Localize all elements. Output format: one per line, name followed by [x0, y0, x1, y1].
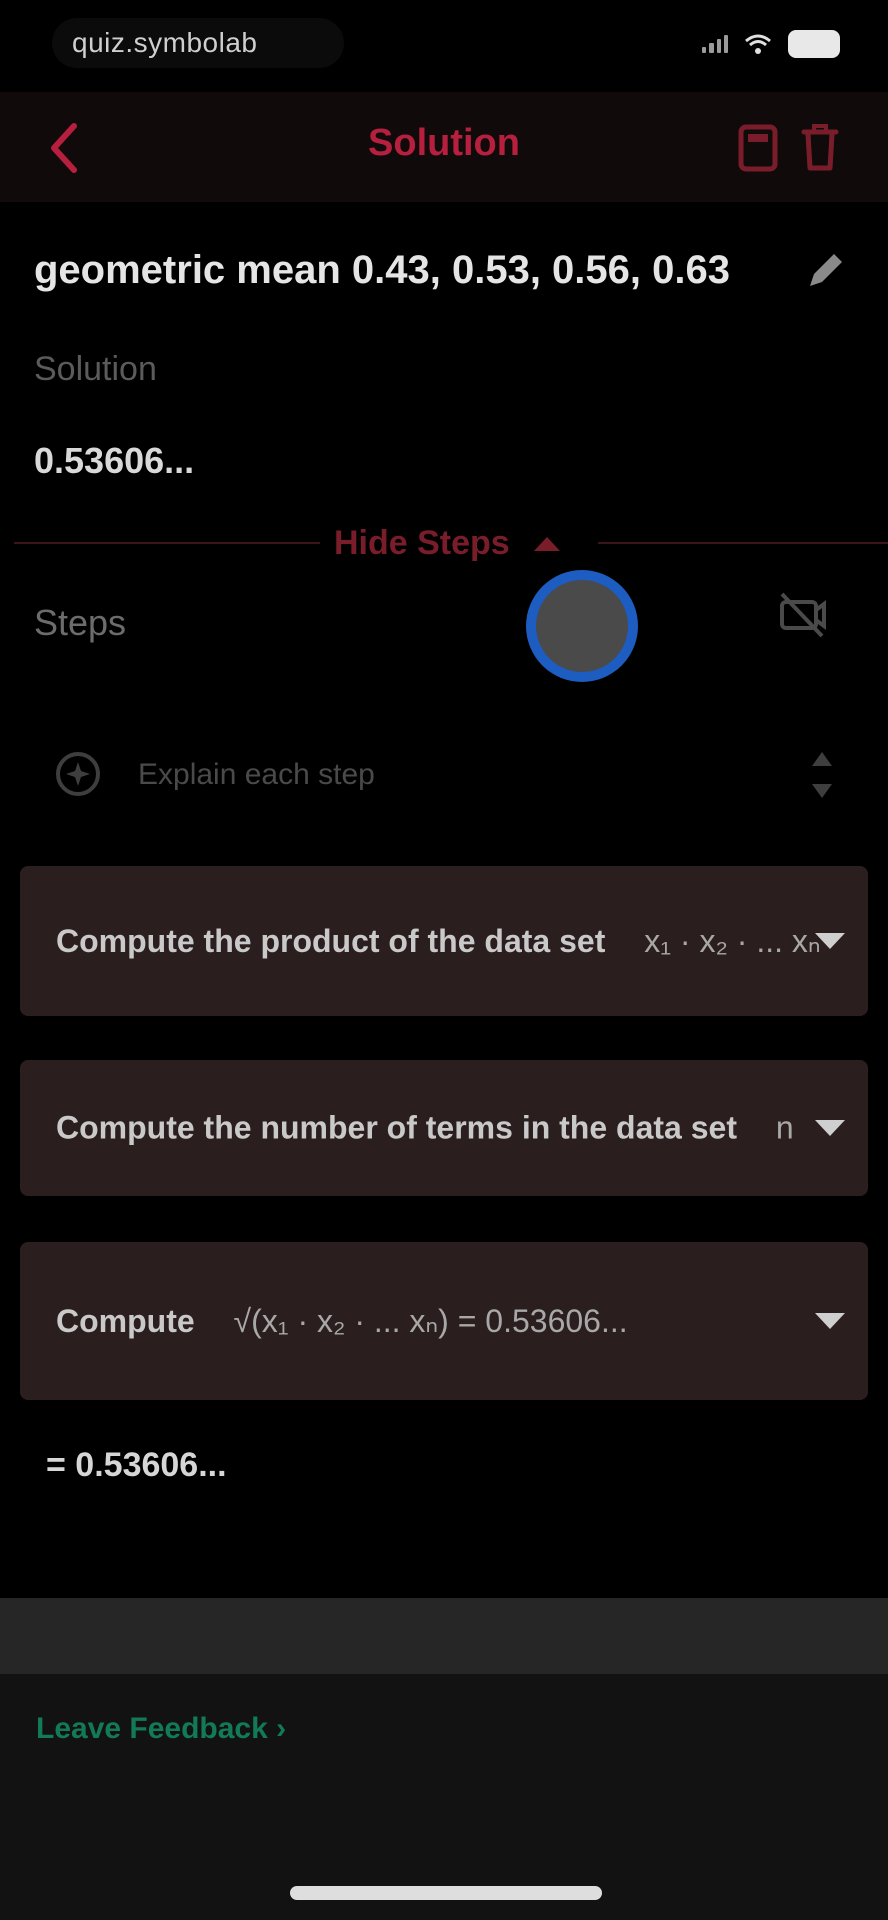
video-off-icon[interactable]: [776, 588, 828, 642]
home-indicator[interactable]: [290, 1886, 602, 1900]
hide-steps-label: Hide Steps: [334, 523, 510, 562]
explain-steps-row[interactable]: Explain each step: [20, 716, 868, 834]
step-1-text: Compute the product of the data set x₁ ·…: [56, 922, 821, 960]
step-2-text: Compute the number of terms in the data …: [56, 1110, 794, 1147]
steps-label: Steps: [34, 602, 127, 643]
feedback-area: Leave Feedback ›: [0, 1674, 888, 1920]
explain-steps-text: Explain each step: [138, 758, 375, 791]
back-arrow-icon[interactable]: [46, 120, 82, 176]
status-url-pill: quiz.symbolab: [52, 18, 344, 68]
step-result: = 0.53606...: [46, 1446, 227, 1484]
steps-divider: Hide Steps: [14, 518, 888, 568]
step-3-math: √(x₁ · x₂ · ... xₙ) = 0.53606...: [233, 1303, 628, 1339]
question-text: geometric mean 0.43, 0.53, 0.56, 0.63: [34, 248, 730, 292]
status-bar: quiz.symbolab: [0, 0, 888, 92]
status-icons: [702, 30, 840, 58]
sparkle-icon: [56, 752, 100, 796]
trash-icon[interactable]: [800, 122, 840, 172]
step-2-math: n: [775, 1109, 794, 1146]
step-3-label: Compute: [56, 1303, 195, 1339]
step-1-label: Compute the product of the data set: [56, 923, 606, 959]
hide-steps-toggle[interactable]: Hide Steps: [334, 522, 562, 564]
section-separator: [0, 1598, 888, 1674]
solution-value: 0.53606...: [34, 440, 195, 481]
chevron-down-icon: [815, 933, 845, 949]
divider-line-left: [14, 542, 320, 544]
step-2-label: Compute the number of terms in the data …: [56, 1109, 737, 1146]
wifi-icon: [745, 34, 771, 54]
leave-feedback-link[interactable]: Leave Feedback ›: [36, 1712, 286, 1746]
step-2[interactable]: Compute the number of terms in the data …: [20, 1060, 868, 1196]
divider-line-right: [598, 542, 888, 544]
calculator-icon[interactable]: [738, 124, 778, 172]
step-3-text: Compute √(x₁ · x₂ · ... xₙ) = 0.53606...: [56, 1302, 628, 1340]
solution-label: Solution: [34, 350, 157, 388]
caret-up-icon: [533, 537, 560, 551]
pencil-edit-icon[interactable]: [800, 246, 848, 294]
chevron-down-icon: [815, 1120, 845, 1136]
chevron-down-icon: [815, 1313, 845, 1329]
sort-arrows-icon: [812, 752, 832, 798]
touch-indicator: [536, 580, 628, 672]
battery-icon: [788, 30, 840, 58]
nav-bar: Solution: [0, 92, 888, 202]
step-1[interactable]: Compute the product of the data set x₁ ·…: [20, 866, 868, 1016]
step-3[interactable]: Compute √(x₁ · x₂ · ... xₙ) = 0.53606...: [20, 1242, 868, 1400]
cellular-signal-icon: [702, 35, 728, 53]
solution-card: geometric mean 0.43, 0.53, 0.56, 0.63 So…: [0, 202, 888, 1598]
step-1-math: x₁ · x₂ · ... xₙ: [644, 923, 821, 959]
